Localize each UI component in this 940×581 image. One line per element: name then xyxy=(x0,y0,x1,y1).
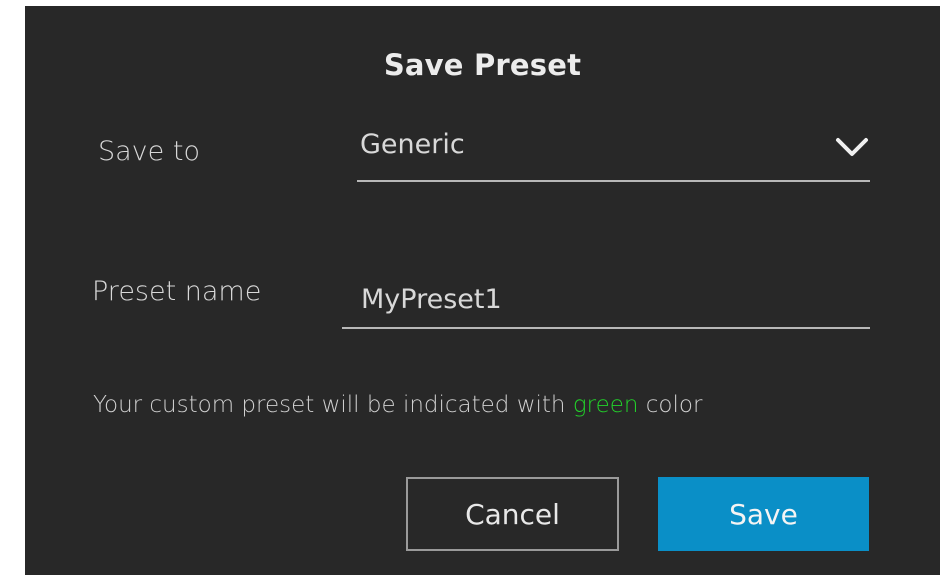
save-preset-dialog: Save Preset Save to Generic Preset name … xyxy=(25,6,940,575)
hint-prefix: Your custom preset will be indicated wit… xyxy=(93,392,573,418)
save-to-label: Save to xyxy=(98,136,200,167)
hint-suffix: color xyxy=(638,392,703,418)
save-to-dropdown[interactable]: Generic xyxy=(357,122,870,182)
cancel-button[interactable]: Cancel xyxy=(406,477,619,551)
preset-name-input[interactable]: MyPreset1 xyxy=(342,274,870,329)
custom-preset-hint: Your custom preset will be indicated wit… xyxy=(93,392,702,418)
chevron-down-icon[interactable] xyxy=(834,134,870,160)
dialog-title: Save Preset xyxy=(383,48,582,82)
save-button[interactable]: Save xyxy=(658,477,869,551)
preset-name-label: Preset name xyxy=(92,276,262,307)
save-to-selected-value: Generic xyxy=(360,129,465,160)
preset-name-value: MyPreset1 xyxy=(361,284,502,315)
hint-green-word: green xyxy=(572,392,639,418)
